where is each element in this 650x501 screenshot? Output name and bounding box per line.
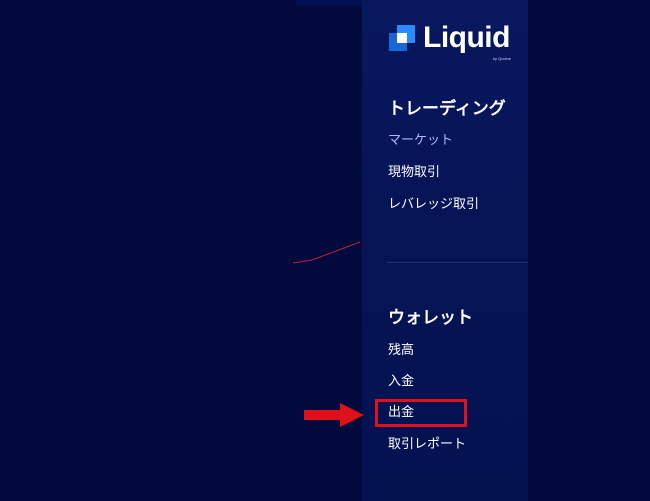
sidebar-item-leverage-trading[interactable]: レバレッジ取引: [388, 197, 479, 213]
sidebar-divider: [387, 262, 528, 263]
sidebar-item-deposit[interactable]: 入金: [388, 374, 414, 390]
section-title-wallet: ウォレット: [388, 308, 473, 328]
section-title-trading: トレーディング: [388, 99, 506, 119]
logo-byline: by Quoine: [492, 56, 511, 61]
sidebar-item-trade-report[interactable]: 取引レポート: [388, 437, 466, 453]
right-background: [528, 0, 650, 501]
sidebar-item-balance[interactable]: 残高: [388, 343, 414, 359]
sidebar-item-spot-trading[interactable]: 現物取引: [388, 165, 440, 181]
liquid-logo-icon: [389, 25, 415, 51]
sidebar-item-market[interactable]: マーケット: [388, 133, 453, 149]
right-arrow-icon: [304, 403, 364, 427]
withdraw-highlight-box: [375, 399, 467, 427]
logo-wordmark: Liquid: [423, 21, 510, 54]
liquid-logo[interactable]: Liquid by Quoine: [387, 21, 511, 61]
